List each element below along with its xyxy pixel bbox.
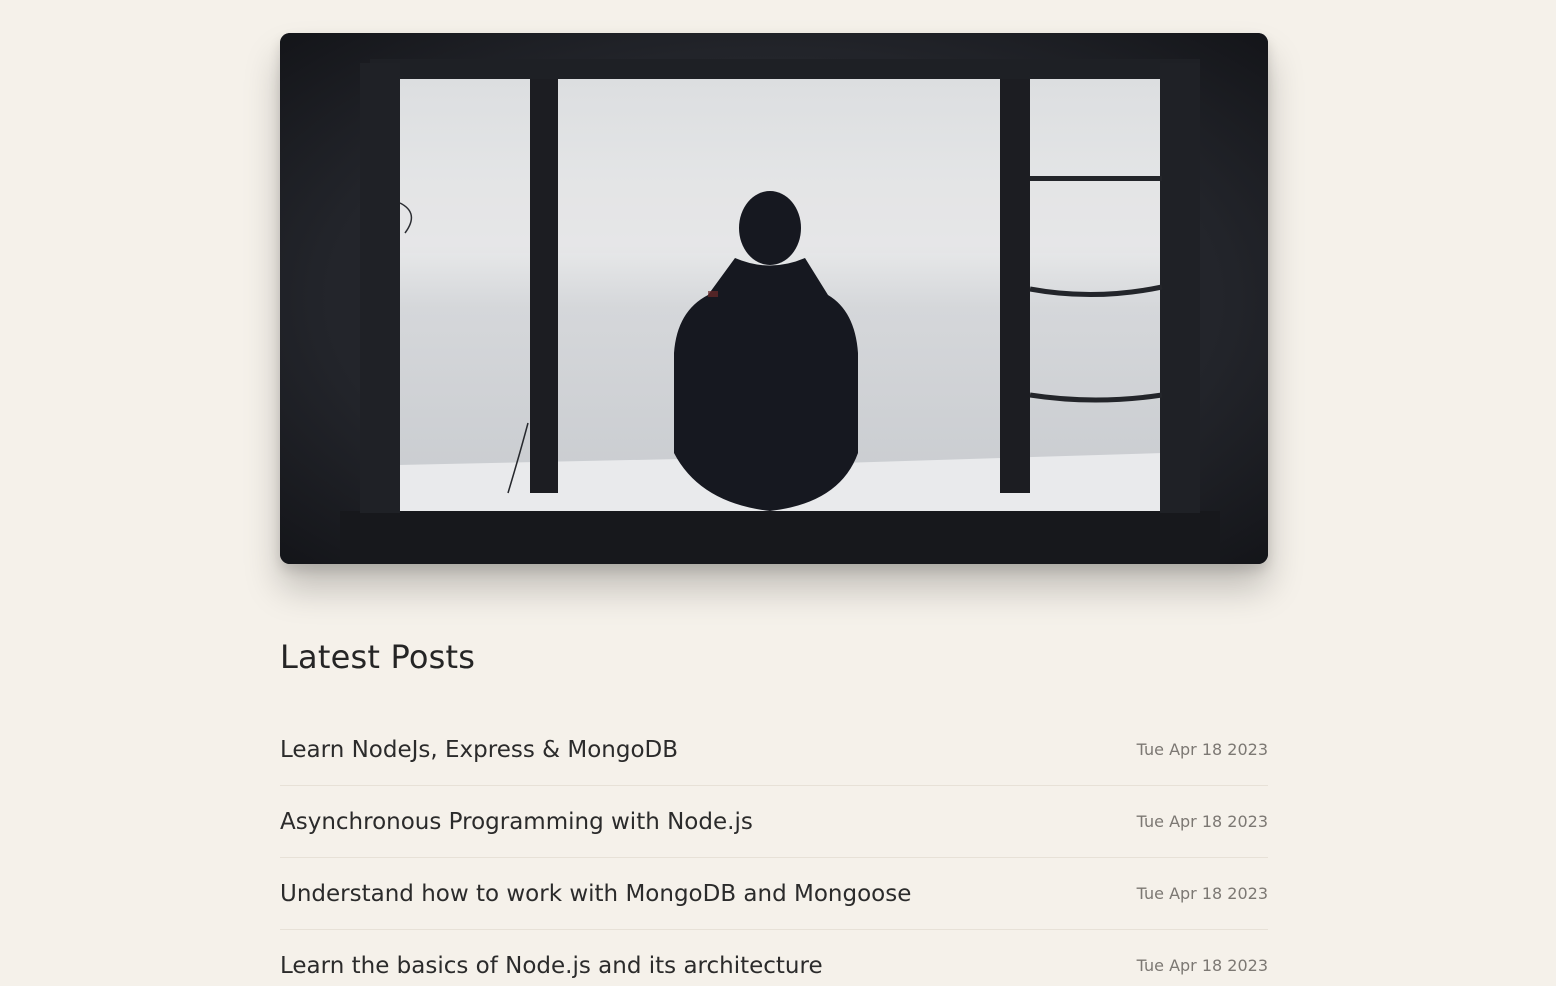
post-title-link[interactable]: Learn NodeJs, Express & MongoDB [280,737,678,763]
window-silhouette-photo [280,33,1268,564]
post-title-link[interactable]: Understand how to work with MongoDB and … [280,881,911,907]
post-title-link[interactable]: Learn the basics of Node.js and its arch… [280,953,823,979]
post-date: Tue Apr 18 2023 [1136,884,1268,903]
page: Latest Posts Learn NodeJs, Express & Mon… [0,0,1556,986]
hero-image [280,33,1268,564]
post-row[interactable]: Understand how to work with MongoDB and … [280,858,1268,930]
post-row[interactable]: Learn NodeJs, Express & MongoDB Tue Apr … [280,714,1268,786]
section-title: Latest Posts [280,638,476,676]
post-date: Tue Apr 18 2023 [1136,956,1268,975]
post-row[interactable]: Asynchronous Programming with Node.js Tu… [280,786,1268,858]
post-title-link[interactable]: Asynchronous Programming with Node.js [280,809,753,835]
post-row[interactable]: Learn the basics of Node.js and its arch… [280,930,1268,986]
post-date: Tue Apr 18 2023 [1136,740,1268,759]
post-date: Tue Apr 18 2023 [1136,812,1268,831]
post-list: Learn NodeJs, Express & MongoDB Tue Apr … [280,714,1268,986]
